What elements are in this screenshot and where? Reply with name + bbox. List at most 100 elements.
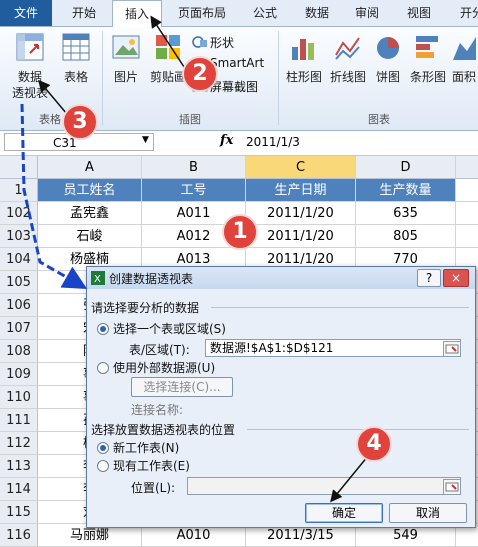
clipart-icon — [156, 35, 180, 59]
radio-new-worksheet-label[interactable]: 新工作表(N) — [113, 439, 179, 456]
range-collapse-button[interactable] — [443, 341, 461, 357]
table-button[interactable]: 表格 — [56, 29, 96, 107]
radio-existing-worksheet-label[interactable]: 现有工作表(E) — [113, 457, 190, 474]
row-header[interactable]: 105 — [0, 271, 38, 294]
tab-formulas[interactable]: 公式 — [244, 0, 286, 26]
row-header[interactable]: 104 — [0, 248, 38, 271]
tab-home[interactable]: 开始 — [56, 0, 112, 26]
ribbon-separator — [102, 31, 103, 125]
cell[interactable]: 工号 — [142, 179, 246, 202]
row-header[interactable]: 116 — [0, 524, 38, 547]
line-chart-button[interactable]: 折线图 — [326, 29, 370, 107]
radio-external-source-label[interactable]: 使用外部数据源(U) — [113, 359, 215, 376]
cell[interactable] — [456, 202, 478, 225]
bar-chart-button[interactable]: 条形图 — [406, 29, 450, 107]
annotation-badge-3: 3 — [62, 104, 98, 140]
tab-insert[interactable]: 插入 — [112, 0, 162, 28]
dialog-close-button[interactable]: × — [443, 269, 469, 287]
radio-external-source[interactable] — [97, 362, 109, 374]
shapes-button[interactable]: 形状 — [192, 33, 272, 51]
cell[interactable]: 生产日期 — [246, 179, 356, 202]
picture-label: 图片 — [113, 70, 138, 84]
annotation-badge-2: 2 — [182, 56, 218, 92]
row-header[interactable]: 114 — [0, 478, 38, 501]
line-chart-icon — [335, 37, 360, 60]
row-header[interactable]: 110 — [0, 386, 38, 409]
dialog-app-icon: X — [91, 271, 105, 285]
column-header-e[interactable] — [456, 156, 478, 179]
cell[interactable]: 2011/1/20 — [246, 225, 356, 248]
select-all-corner[interactable] — [0, 156, 38, 179]
cell[interactable]: 635 — [356, 202, 456, 225]
group-illustrations-label: 插图 — [179, 113, 201, 126]
range-picker-icon — [445, 344, 459, 354]
row-header[interactable]: 103 — [0, 225, 38, 248]
cancel-button[interactable]: 取消 — [389, 503, 467, 523]
pivot-label-line1: 数据 — [17, 70, 42, 84]
radio-new-worksheet[interactable] — [97, 442, 109, 454]
column-chart-button[interactable]: 柱形图 — [282, 29, 326, 107]
range-input[interactable]: 数据源!$A$1:$D$121 — [205, 339, 461, 357]
row-header[interactable]: 111 — [0, 409, 38, 432]
tab-data[interactable]: 数据 — [296, 0, 338, 26]
table-icon — [62, 33, 90, 61]
pie-chart-label: 饼图 — [375, 70, 400, 84]
row-header[interactable]: 108 — [0, 340, 38, 363]
column-header-d[interactable]: D — [356, 156, 456, 179]
formula-value[interactable]: 2011/1/3 — [246, 135, 300, 149]
cell[interactable]: 石峻 — [38, 225, 142, 248]
pie-chart-button[interactable]: 饼图 — [370, 29, 406, 107]
row-header[interactable]: 113 — [0, 455, 38, 478]
radio-select-range-label[interactable]: 选择一个表或区域(S) — [113, 320, 226, 337]
bar-chart-label: 条形图 — [409, 70, 446, 84]
row-header[interactable]: 102 — [0, 202, 38, 225]
tab-file[interactable]: 文件 — [0, 0, 52, 26]
row-header[interactable]: 107 — [0, 317, 38, 340]
row-header[interactable]: 112 — [0, 432, 38, 455]
tab-page-layout[interactable]: 页面布局 — [166, 0, 238, 26]
location-input[interactable] — [187, 477, 461, 495]
column-header-b[interactable]: B — [142, 156, 246, 179]
radio-existing-worksheet[interactable] — [97, 460, 109, 472]
radio-select-range[interactable] — [97, 323, 109, 335]
ok-button[interactable]: 确定 — [305, 503, 383, 523]
shapes-label: 形状 — [210, 36, 235, 50]
range-label: 表/区域(T): — [129, 343, 190, 357]
group-charts-label: 图表 — [368, 113, 390, 126]
pivot-label-line2: 透视表 — [11, 86, 48, 100]
column-header-a[interactable]: A — [38, 156, 142, 179]
cell[interactable] — [456, 179, 478, 202]
row-header[interactable]: 109 — [0, 363, 38, 386]
choose-connection-button[interactable]: 选择连接(C)... — [131, 377, 233, 397]
location-label: 位置(L): — [131, 481, 176, 495]
area-chart-icon — [453, 37, 476, 60]
row-header[interactable]: 106 — [0, 294, 38, 317]
area-chart-button[interactable]: 面积 — [450, 29, 478, 107]
cell[interactable]: 生产数量 — [356, 179, 456, 202]
section-divider — [247, 429, 469, 430]
ribbon-separator — [278, 31, 279, 125]
column-header-c[interactable]: C — [246, 156, 356, 179]
tab-view[interactable]: 视图 — [398, 0, 440, 26]
location-collapse-button[interactable] — [443, 479, 461, 495]
cell[interactable] — [456, 225, 478, 248]
dialog-help-button[interactable]: ? — [417, 269, 441, 287]
pivot-table-button[interactable]: 数据 透视表 — [6, 29, 54, 107]
ribbon-tab-bar: 文件 开始 插入 页面布局 公式 数据 审阅 视图 开分 — [0, 0, 478, 28]
name-box-dropdown-icon[interactable]: ▼ — [142, 135, 149, 145]
row-header[interactable]: 1 — [0, 179, 38, 202]
picture-button[interactable]: 图片 — [106, 29, 146, 107]
cell[interactable]: 2011/1/20 — [246, 202, 356, 225]
annotation-badge-1: 1 — [222, 214, 258, 250]
connection-name-label: 连接名称: — [131, 403, 184, 417]
column-header-row: A B C D — [0, 156, 478, 179]
cell[interactable]: 员工姓名 — [38, 179, 142, 202]
cell[interactable]: 805 — [356, 225, 456, 248]
section-analyze-data: 请选择要分析的数据 — [91, 301, 200, 315]
smartart-label: SmartArt — [210, 56, 265, 70]
fx-icon[interactable]: fx — [220, 133, 233, 148]
row-header[interactable]: 115 — [0, 501, 38, 524]
cell[interactable]: 孟宪鑫 — [38, 202, 142, 225]
tab-review[interactable]: 审阅 — [346, 0, 388, 26]
tab-developer[interactable]: 开分 — [452, 0, 478, 26]
